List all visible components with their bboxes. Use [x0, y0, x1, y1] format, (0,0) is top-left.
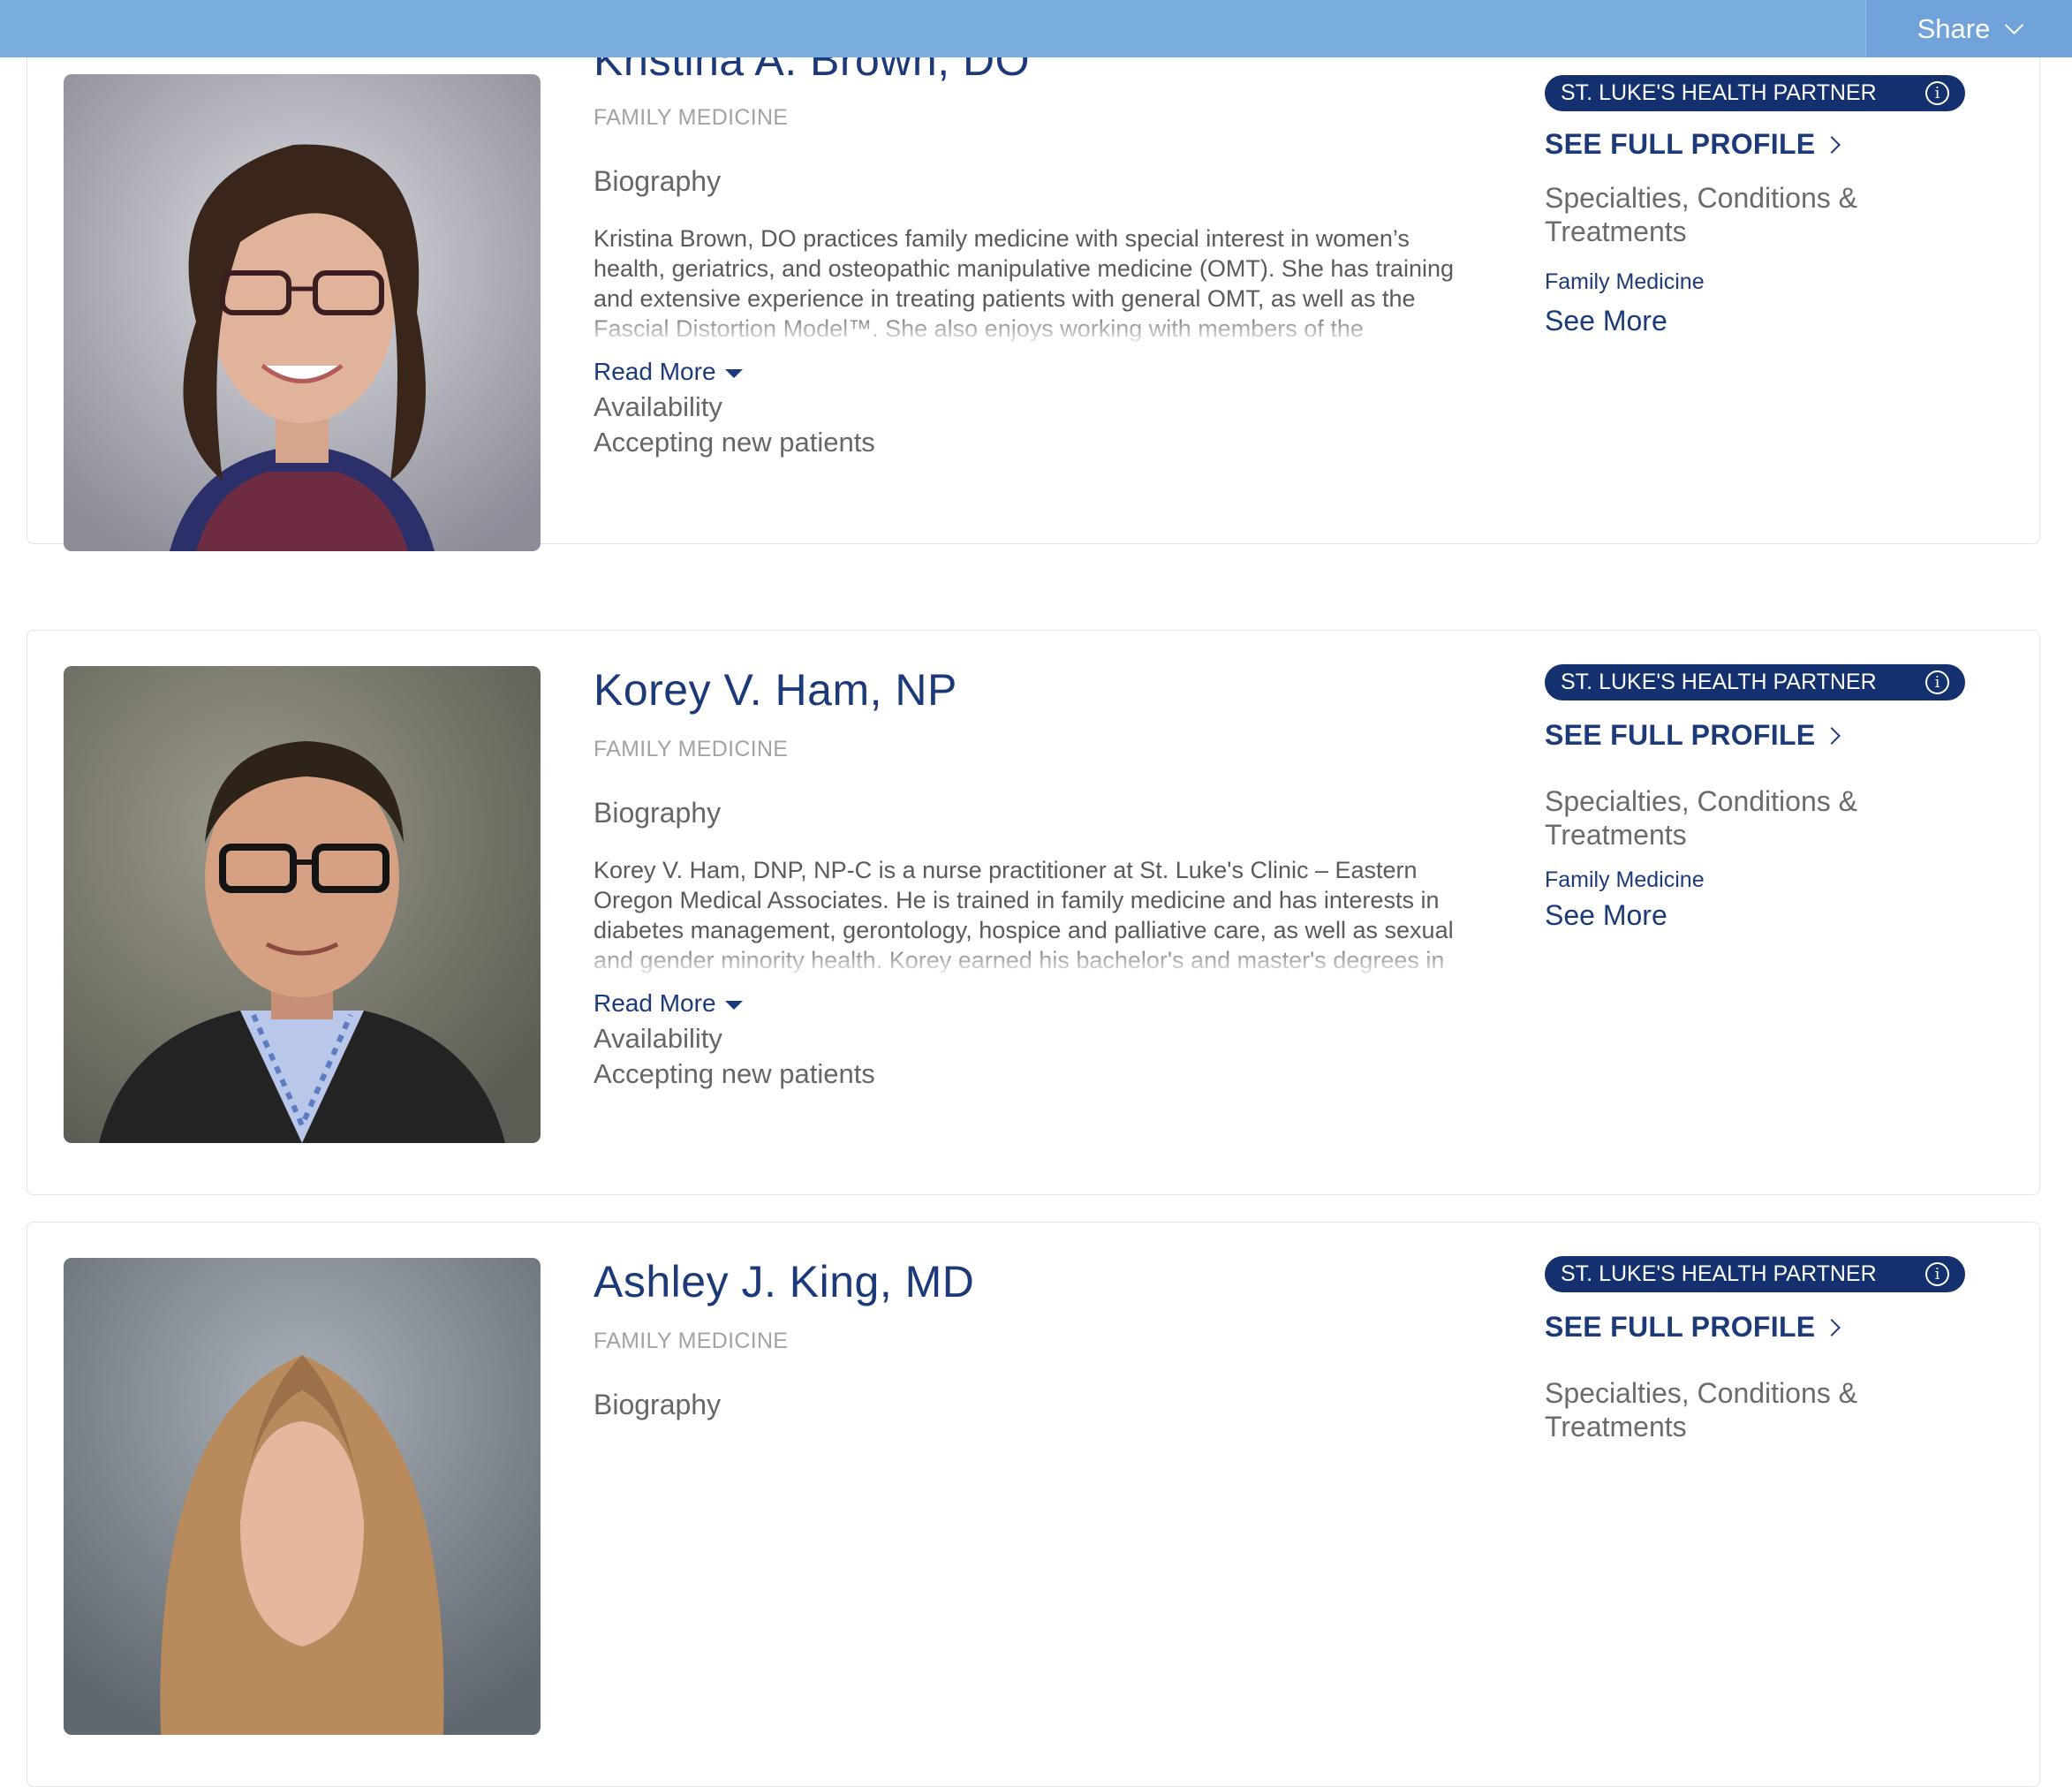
partner-badge-label: ST. LUKE'S HEALTH PARTNER — [1561, 80, 1877, 105]
specialty-link[interactable]: Family Medicine — [1545, 269, 1705, 295]
availability-value: Accepting new patients — [594, 1058, 875, 1089]
read-more-link[interactable]: Read More — [594, 358, 743, 386]
specialty-link[interactable]: Family Medicine — [1545, 867, 1705, 893]
partner-badge: ST. LUKE'S HEALTH PARTNER i — [1545, 75, 1965, 111]
see-more-link[interactable]: See More — [1545, 305, 1667, 337]
partner-badge: ST. LUKE'S HEALTH PARTNER i — [1545, 664, 1965, 700]
provider-photo — [64, 666, 541, 1143]
see-full-profile-label: SEE FULL PROFILE — [1545, 128, 1816, 160]
biography-heading: Biography — [594, 165, 722, 197]
specialties-heading: Specialties, Conditions & Treatments — [1545, 182, 1857, 247]
chevron-right-icon — [1823, 726, 1841, 745]
info-icon[interactable]: i — [1925, 670, 1949, 694]
see-full-profile-link[interactable]: SEE FULL PROFILE — [1545, 719, 1841, 752]
top-bar: Share — [0, 0, 2072, 57]
see-full-profile-label: SEE FULL PROFILE — [1545, 719, 1816, 751]
see-full-profile-link[interactable]: SEE FULL PROFILE — [1545, 128, 1841, 161]
caret-down-icon — [724, 368, 743, 378]
provider-card: Kristina A. Brown, DO FAMILY MEDICINE Bi… — [26, 0, 2040, 551]
see-more-link[interactable]: See More — [1545, 899, 1667, 932]
see-full-profile-label: SEE FULL PROFILE — [1545, 1311, 1816, 1343]
availability-value: Accepting new patients — [594, 427, 875, 458]
share-button[interactable]: Share — [1865, 0, 2072, 57]
partner-badge-label: ST. LUKE'S HEALTH PARTNER — [1561, 1261, 1877, 1286]
see-full-profile-link[interactable]: SEE FULL PROFILE — [1545, 1311, 1841, 1344]
provider-specialty: FAMILY MEDICINE — [594, 105, 789, 130]
provider-name[interactable]: Korey V. Ham, NP — [594, 664, 957, 716]
provider-card: Ashley J. King, MD FAMILY MEDICINE Biogr… — [26, 1222, 2040, 1787]
info-icon[interactable]: i — [1925, 81, 1949, 105]
read-more-link[interactable]: Read More — [594, 989, 743, 1018]
read-more-label: Read More — [594, 989, 716, 1017]
provider-specialty: FAMILY MEDICINE — [594, 737, 789, 761]
partner-badge: ST. LUKE'S HEALTH PARTNER i — [1545, 1256, 1965, 1292]
specialties-heading: Specialties, Conditions & Treatments — [1545, 1377, 1857, 1442]
biography-fade — [594, 317, 1455, 347]
biography-heading: Biography — [594, 797, 722, 829]
biography-heading: Biography — [594, 1389, 722, 1420]
share-label: Share — [1917, 12, 1991, 44]
biography-fade — [594, 949, 1455, 979]
chevron-down-icon — [2005, 15, 2024, 35]
read-more-label: Read More — [594, 358, 716, 385]
availability-heading: Availability — [594, 1023, 722, 1054]
provider-photo — [64, 1258, 541, 1735]
availability-heading: Availability — [594, 391, 722, 422]
provider-name[interactable]: Ashley J. King, MD — [594, 1256, 974, 1307]
specialties-heading: Specialties, Conditions & Treatments — [1545, 785, 1857, 851]
chevron-right-icon — [1823, 1318, 1841, 1336]
provider-photo — [64, 74, 541, 551]
provider-card: Korey V. Ham, NP FAMILY MEDICINE Biograp… — [26, 630, 2040, 1195]
info-icon[interactable]: i — [1925, 1262, 1949, 1286]
partner-badge-label: ST. LUKE'S HEALTH PARTNER — [1561, 670, 1877, 694]
chevron-right-icon — [1823, 135, 1841, 154]
caret-down-icon — [724, 1000, 743, 1010]
provider-specialty: FAMILY MEDICINE — [594, 1329, 789, 1353]
